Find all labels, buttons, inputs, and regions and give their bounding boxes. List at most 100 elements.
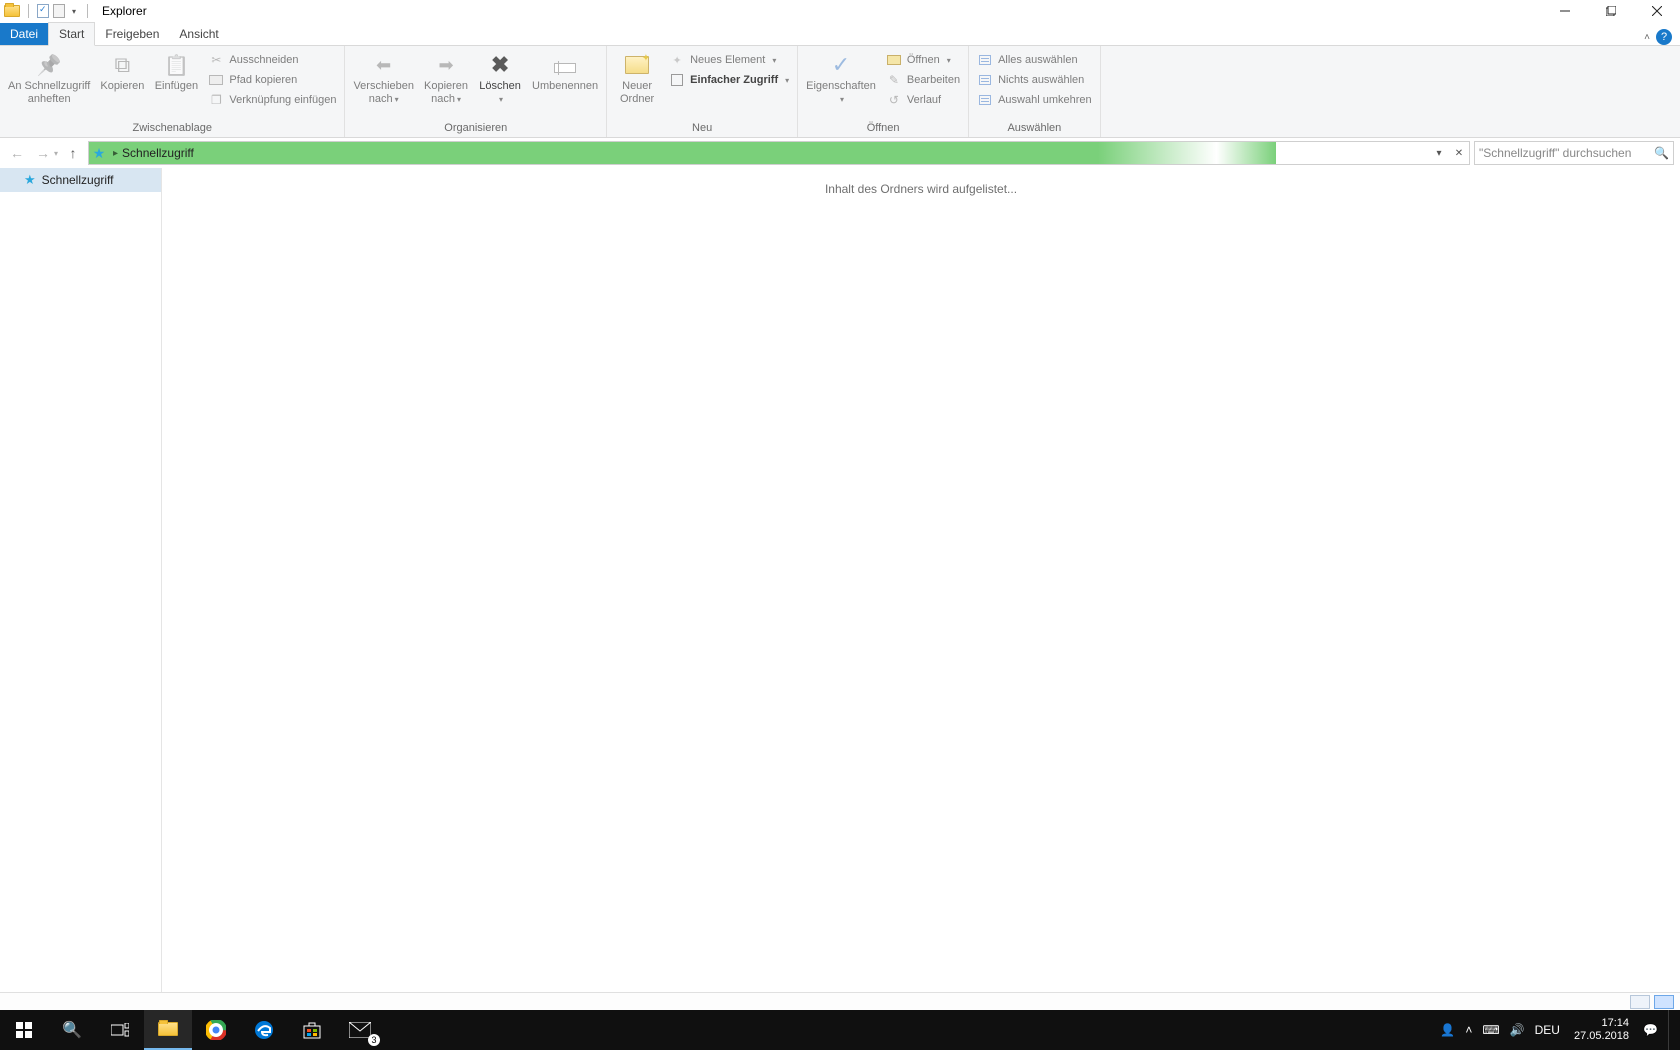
star-icon: ★: [24, 172, 36, 188]
breadcrumb-separator[interactable]: ▸: [109, 148, 122, 159]
label: Ausschneiden: [229, 54, 298, 66]
store-icon: [302, 1020, 322, 1040]
group-organize: Verschieben nach▾ Kopieren nach▾ Löschen…: [345, 46, 607, 137]
select-none-icon: [977, 72, 993, 88]
label: Einfacher Zugriff: [690, 74, 778, 86]
easy-access-icon: [669, 72, 685, 88]
tray-overflow-button[interactable]: ˄: [1465, 1023, 1472, 1037]
edit-button[interactable]: Bearbeiten: [882, 71, 964, 89]
forward-button[interactable]: →: [32, 142, 54, 164]
tab-share[interactable]: Freigeben: [95, 23, 169, 45]
group-new: Neuer Ordner Neues Element▾ Einfacher Zu…: [607, 46, 798, 137]
cut-icon: [208, 52, 224, 68]
cut-button[interactable]: Ausschneiden: [204, 51, 340, 69]
navigation-pane[interactable]: ★ Schnellzugriff: [0, 168, 162, 992]
taskbar: 🔍 3 👤 ˄ ⌨ 🔊 DEU 17:14 27.05.2018 💬: [0, 1010, 1680, 1050]
task-view-icon: [111, 1023, 129, 1037]
easy-access-button[interactable]: Einfacher Zugriff▾: [665, 71, 793, 89]
pin-icon: [33, 51, 65, 79]
invert-selection-button[interactable]: Auswahl umkehren: [973, 91, 1096, 109]
close-button[interactable]: [1634, 0, 1680, 22]
group-label: Organisieren: [345, 122, 606, 137]
window-controls: [1542, 0, 1680, 22]
group-label: Neu: [607, 122, 797, 137]
label: Verlauf: [907, 94, 941, 106]
delete-button[interactable]: Löschen▾: [474, 49, 526, 106]
copy-path-button[interactable]: Pfad kopieren: [204, 71, 340, 89]
paste-icon: [160, 51, 192, 79]
folder-icon: [156, 1017, 180, 1041]
minimize-button[interactable]: [1542, 0, 1588, 22]
pin-quickaccess-button[interactable]: An Schnellzugriff anheften: [4, 49, 94, 106]
quickaccess-icon: ★: [89, 145, 109, 162]
edit-icon: [886, 72, 902, 88]
properties-button[interactable]: Eigenschaften▾: [802, 49, 880, 106]
up-button[interactable]: ↑: [62, 142, 84, 164]
back-button[interactable]: ←: [6, 142, 28, 164]
app-icon[interactable]: [4, 5, 20, 17]
address-bar[interactable]: ★ ▸ Schnellzugriff ▾ ✕: [88, 141, 1470, 165]
search-box[interactable]: "Schnellzugriff" durchsuchen 🔍: [1474, 141, 1674, 165]
action-center-icon[interactable]: 💬: [1643, 1023, 1658, 1037]
clock[interactable]: 17:14 27.05.2018: [1574, 1017, 1629, 1043]
rename-button[interactable]: Umbenennen: [528, 49, 602, 93]
label: Bearbeiten: [907, 74, 960, 86]
taskbar-store[interactable]: [288, 1010, 336, 1050]
qat-customize-dropdown[interactable]: ▾: [69, 4, 79, 18]
group-label: Zwischenablage: [0, 122, 344, 137]
volume-icon[interactable]: 🔊: [1510, 1023, 1525, 1037]
collapse-ribbon-button[interactable]: ˄: [1644, 32, 1650, 43]
paste-shortcut-button[interactable]: Verknüpfung einfügen: [204, 91, 340, 109]
people-icon[interactable]: 👤: [1440, 1023, 1455, 1037]
taskbar-chrome[interactable]: [192, 1010, 240, 1050]
taskbar-search-button[interactable]: 🔍: [48, 1010, 96, 1050]
taskbar-edge[interactable]: [240, 1010, 288, 1050]
stop-refresh-button[interactable]: ✕: [1449, 142, 1469, 164]
search-icon[interactable]: 🔍: [1654, 146, 1669, 160]
language-indicator[interactable]: DEU: [1535, 1023, 1560, 1037]
new-item-button[interactable]: Neues Element▾: [665, 51, 793, 69]
recent-locations-dropdown[interactable]: ▾: [54, 149, 58, 158]
system-tray: 👤 ˄ ⌨ 🔊 DEU 17:14 27.05.2018 💬: [1440, 1010, 1680, 1050]
tab-file[interactable]: Datei: [0, 23, 48, 45]
label: Einfügen: [155, 80, 198, 93]
new-item-icon: [669, 52, 685, 68]
group-label: Öffnen: [798, 122, 968, 137]
start-button[interactable]: [0, 1010, 48, 1050]
qat-newfolder-icon[interactable]: [53, 4, 65, 18]
tab-view[interactable]: Ansicht: [169, 23, 228, 45]
label: Kopieren: [100, 80, 144, 93]
quick-access-toolbar: ▾: [0, 4, 96, 18]
task-view-button[interactable]: [96, 1010, 144, 1050]
tab-start[interactable]: Start: [48, 22, 95, 46]
label: Auswahl umkehren: [998, 94, 1092, 106]
search-icon: 🔍: [62, 1020, 82, 1040]
select-all-button[interactable]: Alles auswählen: [973, 51, 1096, 69]
address-history-dropdown[interactable]: ▾: [1429, 142, 1449, 164]
label: An Schnellzugriff anheften: [8, 80, 90, 106]
show-desktop-button[interactable]: [1668, 1010, 1674, 1050]
input-indicator-icon[interactable]: ⌨: [1482, 1023, 1499, 1037]
view-icons-button[interactable]: [1654, 995, 1674, 1009]
open-button[interactable]: Öffnen▾: [882, 51, 964, 69]
breadcrumb-location[interactable]: Schnellzugriff: [122, 146, 194, 160]
paste-button[interactable]: Einfügen: [150, 49, 202, 93]
qat-properties-icon[interactable]: [37, 4, 49, 18]
new-folder-icon: [621, 51, 653, 79]
copy-button[interactable]: Kopieren: [96, 49, 148, 93]
new-folder-button[interactable]: Neuer Ordner: [611, 49, 663, 106]
copy-to-button[interactable]: Kopieren nach▾: [420, 49, 472, 106]
clock-time: 17:14: [1574, 1017, 1629, 1030]
label: Öffnen: [907, 54, 940, 66]
move-to-button[interactable]: Verschieben nach▾: [349, 49, 418, 106]
maximize-button[interactable]: [1588, 0, 1634, 22]
view-details-button[interactable]: [1630, 995, 1650, 1009]
taskbar-explorer[interactable]: [144, 1010, 192, 1050]
content-pane[interactable]: Inhalt des Ordners wird aufgelistet...: [162, 168, 1680, 992]
taskbar-mail[interactable]: 3: [336, 1010, 384, 1050]
tree-quickaccess[interactable]: ★ Schnellzugriff: [0, 168, 161, 192]
history-button[interactable]: Verlauf: [882, 91, 964, 109]
invert-selection-icon: [977, 92, 993, 108]
select-none-button[interactable]: Nichts auswählen: [973, 71, 1096, 89]
help-button[interactable]: ?: [1656, 29, 1672, 45]
